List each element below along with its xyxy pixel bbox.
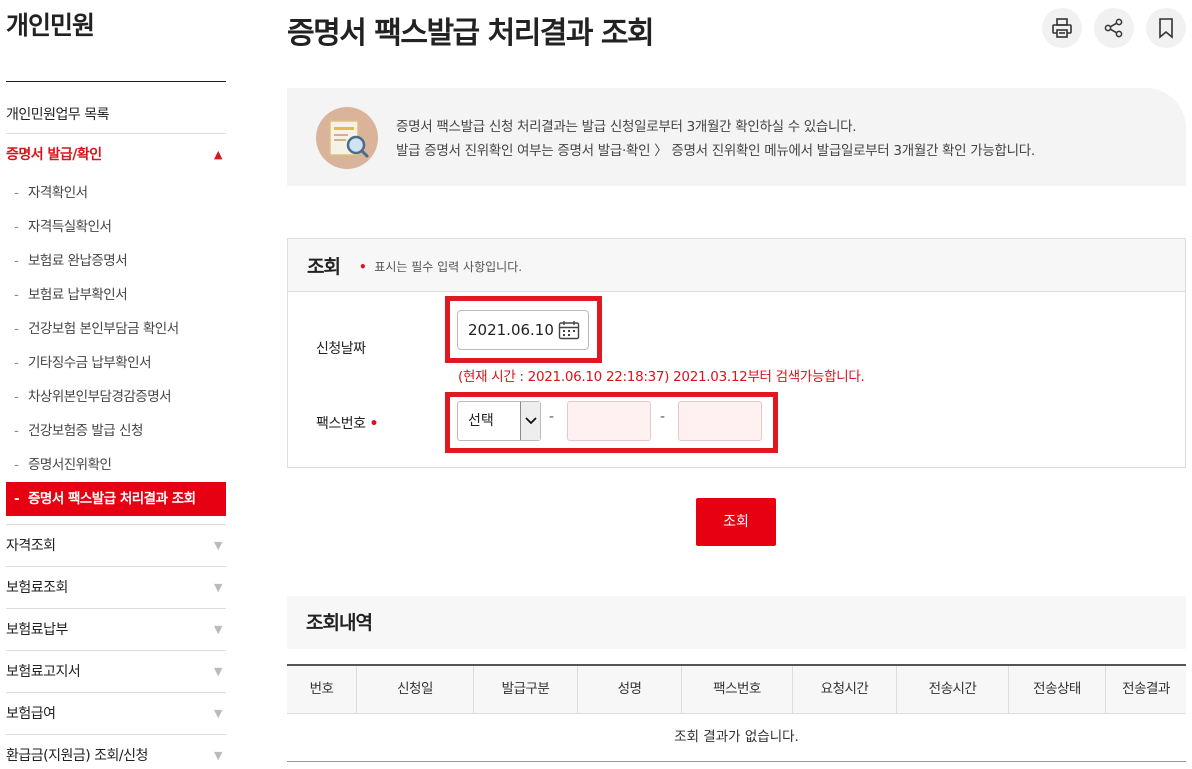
sidebar-item-premium-payment[interactable]: 보험료납부 ▼ (6, 609, 226, 651)
column-header: 신청일 (357, 666, 474, 713)
info-line: 발급 증명서 진위확인 여부는 증명서 발급·확인 〉 증명서 진위확인 메뉴에… (396, 143, 1035, 159)
sidebar-subitem[interactable]: - 보험료 납부확인서 (6, 278, 226, 312)
sidebar-item-certificate[interactable]: 증명서 발급/확인 ▲ (6, 134, 226, 176)
column-header: 팩스번호 (682, 666, 793, 713)
sidebar-item-benefits[interactable]: 보험급여 ▼ (6, 693, 226, 735)
sidebar: 개인민원 개인민원업무 목록 증명서 발급/확인 ▲ - 자격확인서 - 자격득실확… (0, 0, 226, 769)
empty-results-message: 조회 결과가 없습니다. (287, 714, 1186, 762)
sidebar-item-qualification[interactable]: 자격조회 ▼ (6, 525, 226, 567)
sidebar-subitem[interactable]: - 자격확인서 (6, 176, 226, 210)
fax-label: 팩스번호 • (316, 416, 378, 432)
column-header: 전송상태 (1009, 666, 1106, 713)
sidebar-subitem-current[interactable]: - 증명서 팩스발급 처리결과 조회 (6, 482, 226, 516)
sidebar-subitem[interactable]: - 건강보험증 발급 신청 (6, 414, 226, 448)
sidebar-item-label: 증명서 발급/확인 (6, 147, 102, 163)
sidebar-subitem[interactable]: - 차상위본인부담경감증명서 (6, 380, 226, 414)
results-header: 조회내역 (287, 596, 1186, 649)
triangle-down-icon: ▼ (214, 665, 222, 678)
document-search-icon (316, 107, 378, 169)
fax-separator: - (660, 409, 666, 425)
search-heading: 조회 (307, 256, 341, 278)
calendar-icon[interactable] (558, 320, 580, 340)
sidebar-subitem[interactable]: - 자격득실확인서 (6, 210, 226, 244)
sidebar-menu: 개인민원업무 목록 증명서 발급/확인 ▲ - 자격확인서 - 자격득실확인서 -보… (6, 96, 226, 769)
column-header: 전송시간 (897, 666, 1009, 713)
date-label: 신청날짜 (316, 341, 366, 357)
print-button[interactable] (1042, 8, 1082, 48)
info-box: 증명서 팩스발급 신청 처리결과는 발급 신청일로부터 3개월간 확인하실 수 … (287, 88, 1186, 186)
sidebar-subitem[interactable]: - 건강보험 본인부담금 확인서 (6, 312, 226, 346)
required-dot: • (369, 416, 378, 432)
sidebar-subitem[interactable]: - 증명서진위확인 (6, 448, 226, 482)
info-text: 증명서 팩스발급 신청 처리결과는 발급 신청일로부터 3개월간 확인하실 수 … (396, 115, 1035, 163)
share-icon (1104, 18, 1123, 38)
sidebar-subitem[interactable]: - 보험료 완납증명서 (6, 244, 226, 278)
fax-last-input[interactable] (678, 401, 762, 441)
column-header: 발급구분 (474, 666, 578, 713)
info-line: 증명서 팩스발급 신청 처리결과는 발급 신청일로부터 3개월간 확인하실 수 … (396, 119, 857, 135)
column-header: 전송결과 (1122, 681, 1170, 697)
fax-separator: - (549, 409, 555, 425)
results-table: 번호 신청일 발급구분 성명 팩스번호 요청시간 전송시간 전송상태 전송결과 … (287, 664, 1186, 762)
sidebar-title: 개인민원 (6, 11, 95, 40)
sidebar-submenu: - 자격확인서 - 자격득실확인서 - 보험료 완납증명서 - 보험료 납부확인서 -건… (6, 176, 226, 525)
date-input[interactable]: 2021.06.10 (457, 310, 589, 350)
sidebar-item-premium-inquiry[interactable]: 보험료조회 ▼ (6, 567, 226, 609)
required-note: • 표시는 필수 입력 사항입니다. (359, 260, 523, 274)
fax-area-select[interactable]: 선택 (457, 401, 541, 441)
search-panel-header: 조회 • 표시는 필수 입력 사항입니다. (288, 239, 1185, 292)
results-heading: 조회내역 (306, 612, 373, 634)
table-header-row: 번호 신청일 발급구분 성명 팩스번호 요청시간 전송시간 전송상태 전송결과 (287, 666, 1186, 714)
search-range-notice: (현재 시간 : 2021.06.10 22:18:37) 2021.03.12… (458, 369, 865, 385)
date-value: 2021.06.10 (468, 321, 554, 339)
column-header: 번호 (287, 666, 357, 713)
triangle-up-icon: ▲ (214, 148, 222, 161)
chevron-down-icon (520, 402, 540, 440)
triangle-down-icon: ▼ (214, 707, 222, 720)
page-title: 증명서 팩스발급 처리결과 조회 (287, 16, 655, 51)
sidebar-subitem[interactable]: - 기타징수금 납부확인서 (6, 346, 226, 380)
sidebar-divider (6, 81, 226, 82)
fax-area-select-value: 선택 (468, 413, 494, 429)
print-icon (1052, 18, 1072, 38)
triangle-down-icon: ▼ (214, 581, 222, 594)
triangle-down-icon: ▼ (214, 539, 222, 552)
triangle-down-icon: ▼ (214, 749, 222, 762)
sidebar-list-link[interactable]: 개인민원업무 목록 (6, 96, 226, 134)
share-button[interactable] (1094, 8, 1134, 48)
bookmark-icon (1159, 18, 1173, 39)
column-header: 요청시간 (793, 666, 897, 713)
sidebar-item-refund[interactable]: 환급금(지원금) 조회/신청 ▼ (6, 735, 226, 769)
search-button[interactable]: 조회 (696, 498, 776, 546)
sidebar-item-premium-notice[interactable]: 보험료고지서 ▼ (6, 651, 226, 693)
column-header: 성명 (578, 666, 682, 713)
fax-middle-input[interactable] (567, 401, 651, 441)
bookmark-button[interactable] (1146, 8, 1186, 48)
triangle-down-icon: ▼ (214, 623, 222, 636)
